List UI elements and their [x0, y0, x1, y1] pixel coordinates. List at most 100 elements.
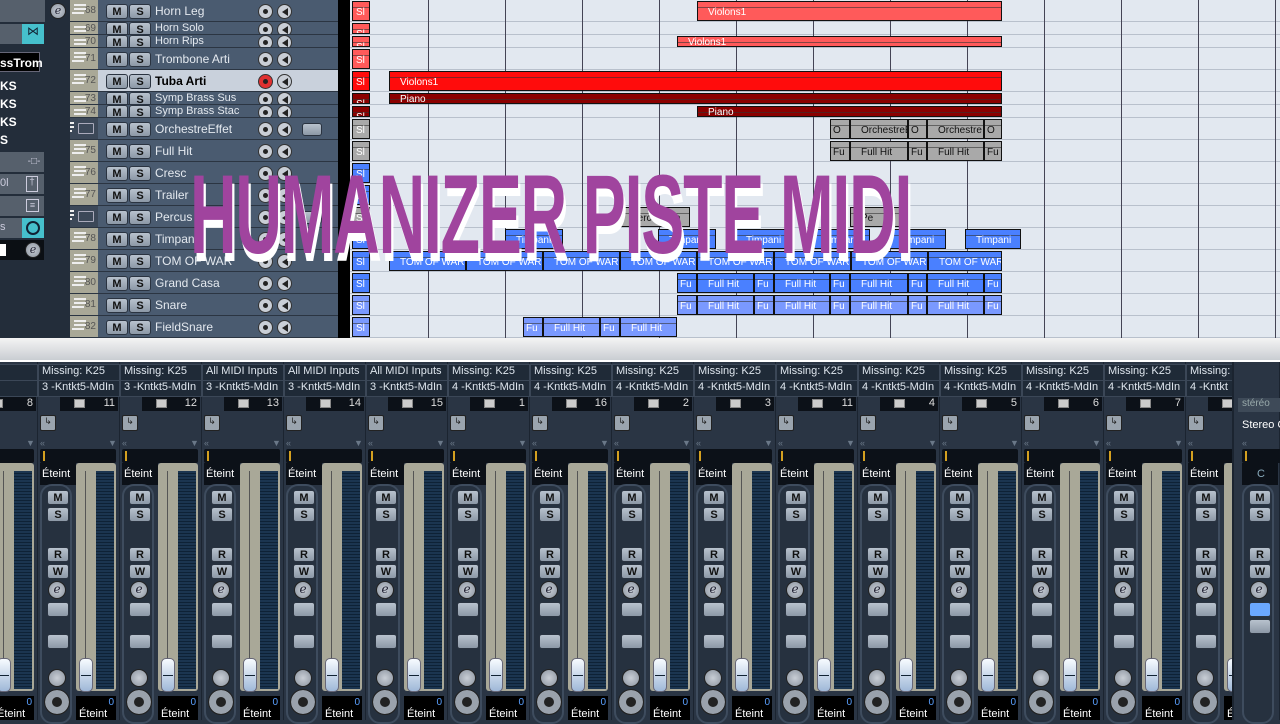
routing-icon[interactable]: ↳	[860, 415, 876, 431]
collapse-arrow-icon[interactable]: «	[778, 438, 783, 448]
write-automation-button[interactable]: W	[375, 564, 397, 579]
midi-part[interactable]: Timpani	[658, 229, 716, 249]
mute-button[interactable]: M	[129, 490, 151, 505]
write-automation-button[interactable]: W	[1249, 564, 1271, 579]
volume-fader[interactable]	[79, 658, 93, 692]
solo-button[interactable]: S	[949, 507, 971, 522]
insert-bypass-icon[interactable]	[949, 602, 971, 617]
window-separator[interactable]	[0, 338, 1280, 362]
insert-bypass-icon[interactable]	[375, 602, 397, 617]
insert-display[interactable]	[204, 449, 280, 463]
strip-part[interactable]: Sl	[352, 295, 370, 315]
midi-part[interactable]: Fu	[908, 295, 927, 315]
track-name[interactable]: Horn Rips	[155, 35, 204, 47]
collapse-arrow-icon[interactable]: «	[1188, 438, 1193, 448]
solo-button[interactable]: S	[129, 73, 151, 89]
track-row[interactable]: 74 M S Symp Brass Stac	[70, 105, 338, 118]
midi-channel[interactable]: 16	[552, 397, 610, 411]
midi-part[interactable]: Full Hit	[774, 295, 830, 315]
edit-icon[interactable]: e	[868, 581, 886, 599]
solo-button[interactable]: S	[1113, 507, 1135, 522]
record-enable-icon[interactable]	[258, 319, 273, 335]
solo-button[interactable]: S	[785, 507, 807, 522]
midi-part[interactable]: Fu	[677, 273, 697, 293]
track-row[interactable]: 71 M S Trombone Arti	[70, 48, 338, 70]
record-icon[interactable]	[1110, 689, 1136, 715]
input-routing[interactable]: Missing: K25	[1022, 364, 1104, 381]
output-routing[interactable]: 3 -Kntkt5-MdIn	[284, 380, 366, 397]
output-routing[interactable]: 5-MdIn	[0, 380, 38, 397]
insert-bypass-icon[interactable]	[785, 602, 807, 617]
inspector-track-name[interactable]: ssTrom	[0, 52, 43, 72]
track-row[interactable]: 81 M S Snare	[70, 294, 338, 316]
edit-icon[interactable]: e	[786, 581, 804, 599]
dropdown-arrow-icon[interactable]: ▼	[518, 438, 527, 448]
input-routing[interactable]: Missing: K25	[120, 364, 202, 381]
edit-icon[interactable]: e	[1196, 581, 1214, 599]
eq-icon[interactable]	[1195, 634, 1217, 649]
routing-icon[interactable]: ↳	[532, 415, 548, 431]
track-row[interactable]: 75 M S Full Hit	[70, 140, 338, 162]
track-name[interactable]: Symp Brass Stac	[155, 105, 239, 117]
mute-button[interactable]: M	[106, 92, 128, 104]
record-enable-icon[interactable]	[258, 143, 273, 159]
solo-button[interactable]: S	[129, 35, 151, 47]
track-row[interactable]: 70 M S Horn Rips	[70, 35, 338, 48]
mute-button[interactable]: M	[106, 187, 128, 203]
solo-button[interactable]: S	[129, 231, 151, 247]
midi-channel[interactable]: 12	[142, 397, 200, 411]
volume-fader[interactable]	[735, 658, 749, 692]
read-automation-button[interactable]: R	[1195, 547, 1217, 562]
write-automation-button[interactable]: W	[703, 564, 725, 579]
track-row[interactable]: M S OrchestreEffet	[70, 118, 338, 140]
read-automation-button[interactable]: R	[1249, 547, 1271, 562]
edit-icon[interactable]: e	[540, 581, 558, 599]
eq-icon[interactable]	[1113, 634, 1135, 649]
midi-channel[interactable]: 13	[224, 397, 282, 411]
midi-part[interactable]: Full Hit	[697, 295, 754, 315]
mute-button[interactable]: M	[106, 319, 128, 335]
monitor-icon[interactable]	[277, 297, 292, 313]
volume-fader[interactable]	[325, 658, 339, 692]
insert-bypass-icon[interactable]	[867, 602, 889, 617]
monitor-icon[interactable]	[277, 3, 292, 19]
midi-part[interactable]: Full Hit	[774, 273, 830, 293]
track-name[interactable]: Tuba Arti	[155, 74, 206, 88]
dropdown-arrow-icon[interactable]: ▼	[108, 438, 117, 448]
solo-button[interactable]: S	[129, 187, 151, 203]
monitor-icon[interactable]	[294, 669, 312, 687]
strip-part[interactable]: Sl	[352, 36, 370, 47]
midi-channel[interactable]: 11	[798, 397, 856, 411]
mute-button[interactable]: M	[106, 297, 128, 313]
track-row[interactable]: 82 M S FieldSnare	[70, 316, 338, 338]
track-row[interactable]: 76 M S Cresc	[70, 162, 338, 184]
solo-button[interactable]: S	[129, 319, 151, 335]
volume-fader[interactable]	[817, 658, 831, 692]
strip-part[interactable]: Sl	[352, 71, 370, 91]
midi-part[interactable]: Timpani	[888, 229, 946, 249]
midi-part[interactable]: Full Hit	[927, 141, 984, 161]
midi-part[interactable]: Piano	[389, 93, 1002, 104]
midi-part[interactable]: Pe	[850, 207, 900, 227]
midi-channel[interactable]: 6	[1044, 397, 1102, 411]
volume-fader[interactable]	[0, 658, 11, 692]
output-routing[interactable]: 4 -Kntkt5-MdIn	[776, 380, 858, 397]
strip-part[interactable]: Sl	[352, 317, 370, 337]
write-automation-button[interactable]: W	[1031, 564, 1053, 579]
solo-button[interactable]: S	[129, 3, 151, 19]
solo-button[interactable]: S	[867, 507, 889, 522]
output-routing[interactable]: 4 -Kntkt5-MdIn	[940, 380, 1022, 397]
solo-button[interactable]: S	[129, 253, 151, 269]
edit-icon[interactable]: e	[458, 581, 476, 599]
dropdown-arrow-icon[interactable]: ▼	[1092, 438, 1101, 448]
routing-icon[interactable]: ↳	[1106, 415, 1122, 431]
track-row[interactable]: 78 M S Timpani	[70, 228, 338, 250]
mute-button[interactable]: M	[949, 490, 971, 505]
insert-display[interactable]	[40, 449, 116, 463]
output-routing[interactable]: 4 -Kntkt5-MdIn	[1022, 380, 1104, 397]
midi-part[interactable]: Full Hit	[850, 295, 908, 315]
edit-icon[interactable]: e	[704, 581, 722, 599]
collapse-arrow-icon[interactable]: «	[368, 438, 373, 448]
edit-instrument-icon[interactable]: e	[25, 242, 41, 258]
mute-button[interactable]: M	[293, 490, 315, 505]
